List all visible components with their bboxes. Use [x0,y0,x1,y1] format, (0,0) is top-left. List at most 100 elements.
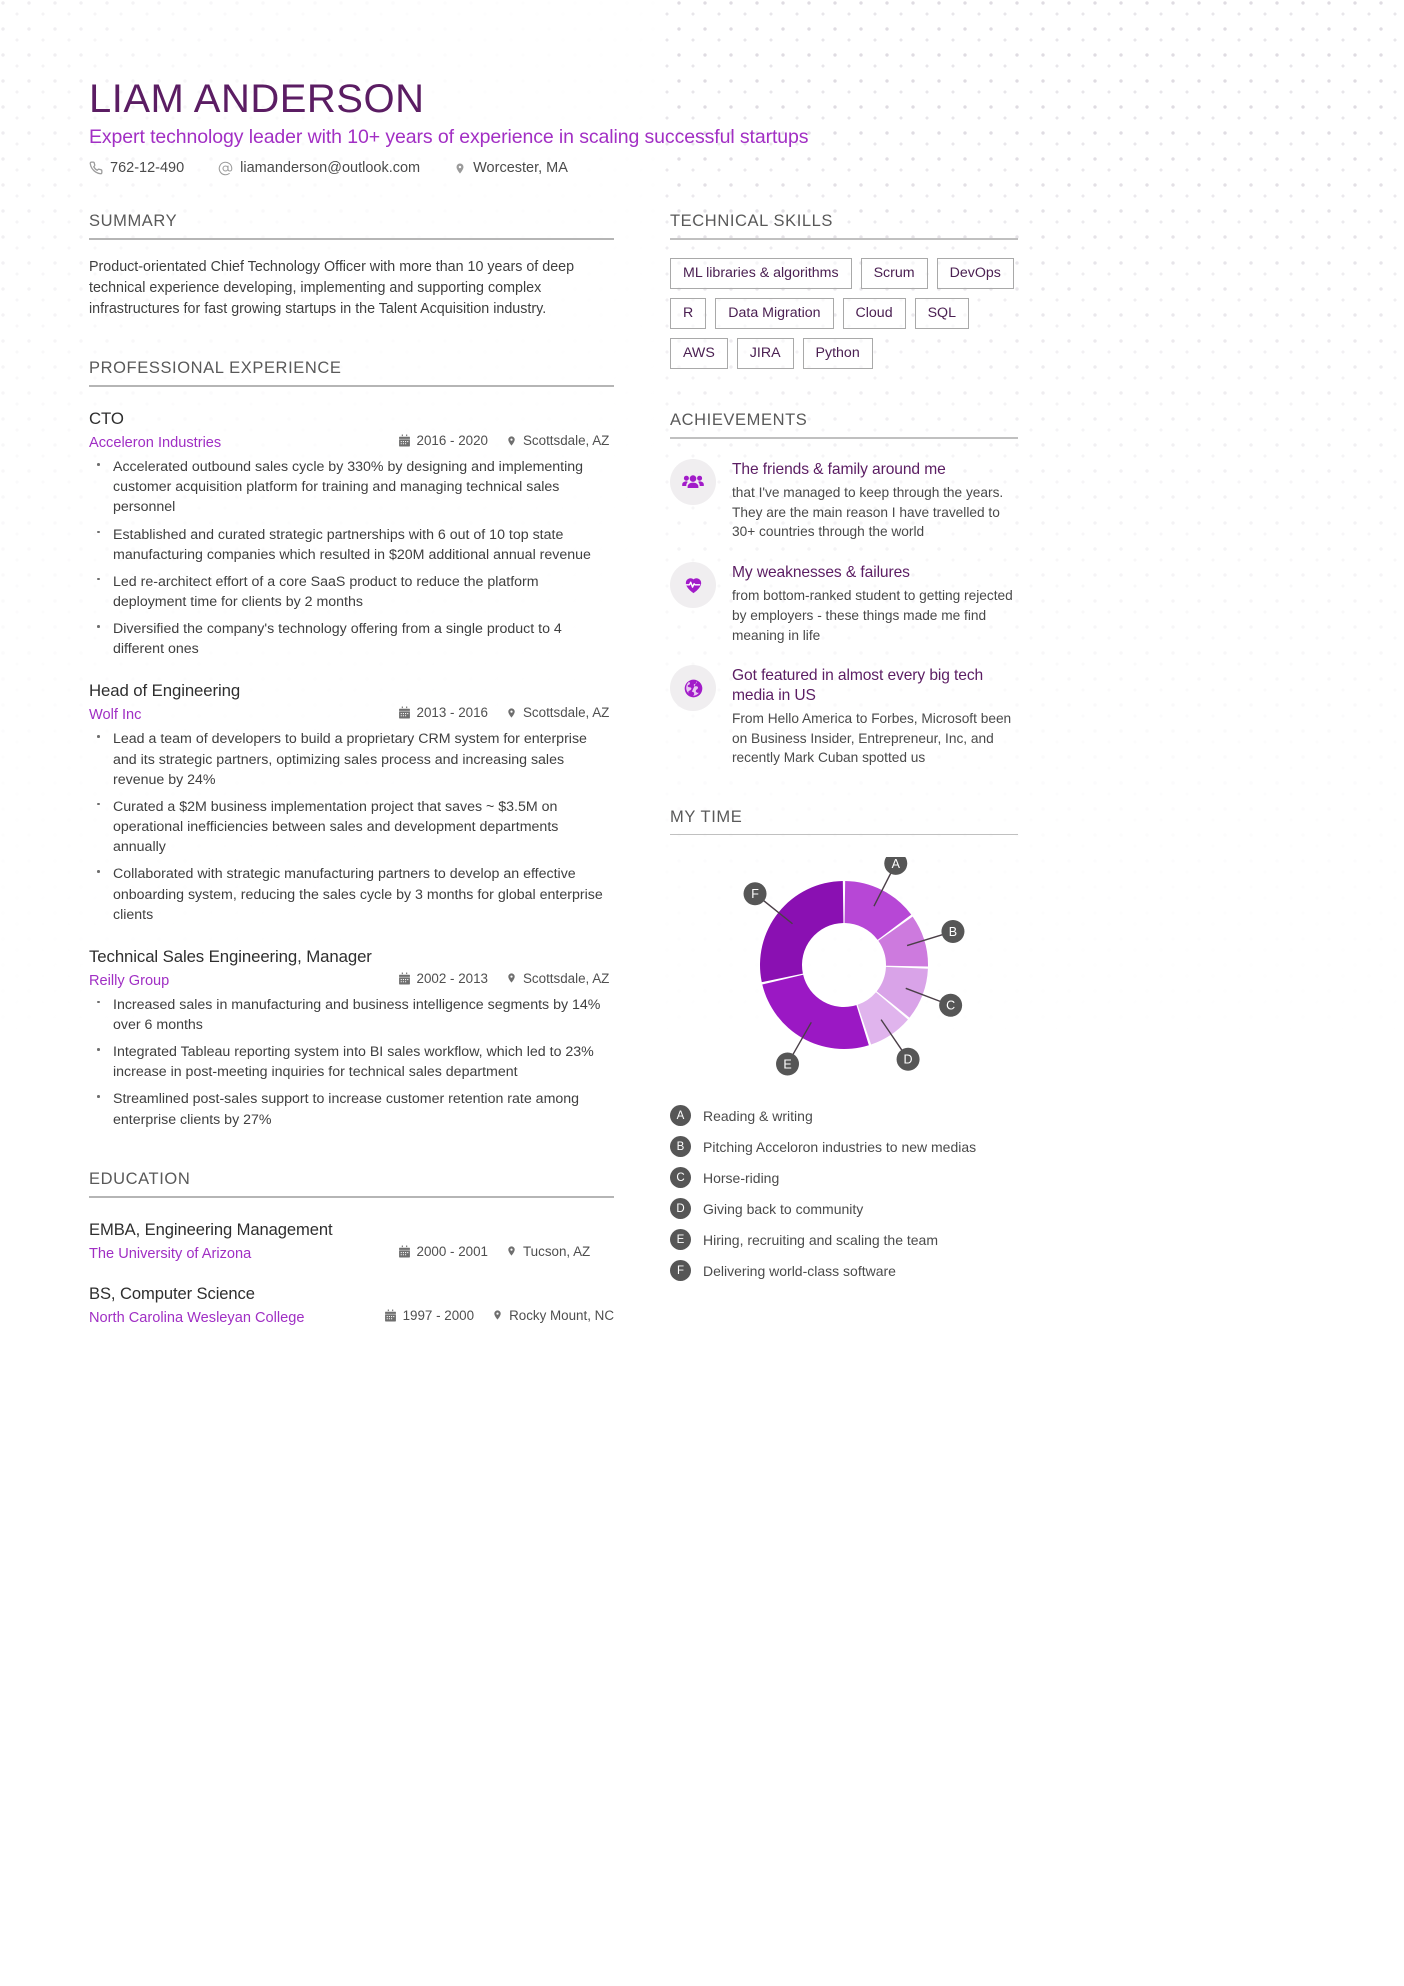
achievement-item: Got featured in almost every big tech me… [670,665,1018,768]
my-time-section: MY TIME ABCDEF A Reading & writing B Pit… [670,808,1018,1282]
job-dates: 2002 - 2013 [398,971,488,986]
legend-badge: A [670,1105,691,1127]
my-time-section-title: MY TIME [670,807,743,826]
section-divider [89,1195,614,1198]
achievement-description: from bottom-ranked student to getting re… [732,588,1013,643]
donut-slice [762,975,869,1050]
legend-badge: B [670,1136,691,1158]
bullet-item: Established and curated strategic partne… [89,525,614,565]
phone-value: 762-12-490 [110,160,185,176]
education-location: Rocky Mount, NC [492,1308,614,1323]
page-title: LIAM ANDERSON [89,77,425,121]
legend-label: Hiring, recruiting and scaling the team [703,1231,939,1248]
left-column: SUMMARY Product-orientated Chief Technol… [89,212,614,1326]
bullet-item: Diversified the company's technology off… [89,619,614,659]
achievements-section: ACHIEVEMENTS The friends & family around… [670,411,1018,768]
legend-item: A Reading & writing [670,1105,1018,1127]
skill-tag: R [670,297,707,329]
education-dates-value: 2000 - 2001 [416,1243,488,1259]
heart-pulse-icon [670,561,716,608]
legend-label: Delivering world-class software [703,1262,896,1279]
job-bullets: Increased sales in manufacturing and bus… [89,995,614,1130]
job-role: CTO [89,409,124,429]
education-location-value: Tucson, AZ [523,1243,591,1259]
location-pin-icon [492,1308,503,1322]
job-location: Scottsdale, AZ [506,705,614,720]
skill-tag: SQL [914,297,969,329]
bullet-item: Lead a team of developers to build a pro… [89,729,614,789]
education-meta: The University of Arizona 2000 - 2001 Tu… [89,1244,614,1262]
bullet-item: Curated a $2M business implementation pr… [89,797,614,857]
calendar-icon [398,1245,411,1258]
job-meta: Acceleron Industries 2016 - 2020 Scottsd… [89,433,614,451]
bullet-item: Accelerated outbound sales cycle by 330%… [89,457,614,517]
education-school: The University of Arizona [89,1245,252,1262]
legend-badge: C [670,1167,691,1189]
bullet-item: Increased sales in manufacturing and bus… [89,995,614,1035]
legend-label: Horse-riding [703,1169,780,1186]
job-location: Scottsdale, AZ [506,971,614,986]
donut-slice-badge: E [776,1052,800,1076]
skill-tag: Cloud [842,297,906,329]
skill-tag: AWS [670,337,728,370]
job-meta: Wolf Inc 2013 - 2016 Scottsdale, AZ [89,705,614,723]
legend-badge: F [670,1260,691,1282]
globe-icon [670,665,716,712]
donut-slice-badge: B [941,920,965,944]
job-company: Wolf Inc [89,707,142,724]
education-school: North Carolina Wesleyan College [89,1309,305,1326]
education-section: EDUCATION EMBA, Engineering Management T… [89,1170,614,1326]
legend-label: Giving back to community [703,1200,864,1217]
bullet-item: Led re-architect effort of a core SaaS p… [89,572,614,612]
section-divider [670,833,1018,836]
experience-section-title: PROFESSIONAL EXPERIENCE [89,359,342,378]
svg-text:C: C [946,999,955,1013]
location-value: Worcester, MA [473,160,568,176]
education-item: BS, Computer Science North Carolina Wesl… [89,1284,614,1326]
donut-chart-svg: A B C D E F [743,852,965,1076]
job-company: Acceleron Industries [89,435,222,452]
donut-slice-badge: F [743,882,767,906]
education-degree: BS, Computer Science [89,1283,255,1303]
legend-item: F Delivering world-class software [670,1260,1018,1282]
achievement-title: Got featured in almost every big tech me… [732,667,984,704]
achievement-description: that I've managed to keep through the ye… [732,485,1004,540]
job-bullets: Accelerated outbound sales cycle by 330%… [89,457,614,659]
donut-slice [760,881,844,983]
bullet-item: Collaborated with strategic manufacturin… [89,864,614,924]
resume-page: LIAM ANDERSON Expert technology leader w… [0,0,1404,1986]
donut-slice-badge: D [896,1048,920,1072]
education-section-title: EDUCATION [89,1169,191,1188]
legend-label: Reading & writing [703,1107,813,1124]
section-divider [670,238,1018,240]
email-value: liamanderson@outlook.com [240,160,421,176]
education-dates: 2000 - 2001 [398,1244,488,1259]
svg-text:F: F [751,888,759,902]
job-location: Scottsdale, AZ [506,433,614,448]
bullet-item: Streamlined post-sales support to increa… [89,1089,614,1129]
achievement-title: My weaknesses & failures [732,563,910,581]
svg-text:D: D [904,1053,913,1067]
contact-email: liamanderson@outlook.com [218,160,420,176]
job-location-value: Scottsdale, AZ [523,705,610,721]
phone-icon [89,161,103,175]
experience-item: Technical Sales Engineering, Manager Rei… [89,947,614,1130]
job-dates-value: 2016 - 2020 [416,433,488,449]
donut-legend: A Reading & writing B Pitching Acceloron… [670,1105,1018,1282]
job-location-value: Scottsdale, AZ [523,433,610,449]
legend-item: D Giving back to community [670,1198,1018,1220]
education-degree: EMBA, Engineering Management [89,1219,333,1239]
achievement-item: The friends & family around me that I've… [670,458,1018,542]
resume-header: LIAM ANDERSON Expert technology leader w… [89,78,1089,176]
education-dates: 1997 - 2000 [384,1308,474,1323]
calendar-icon [384,1309,397,1322]
section-divider [89,238,614,240]
summary-text: Product-orientated Chief Technology Offi… [89,259,575,318]
svg-text:A: A [892,857,901,871]
legend-item: E Hiring, recruiting and scaling the tea… [670,1229,1018,1251]
donut-slice-badge: C [939,994,963,1018]
email-icon [218,161,233,176]
location-pin-icon [506,1244,517,1258]
achievement-title: The friends & family around me [732,460,946,478]
contact-row: 762-12-490 liamanderson@outlook.com Worc… [89,160,1089,176]
